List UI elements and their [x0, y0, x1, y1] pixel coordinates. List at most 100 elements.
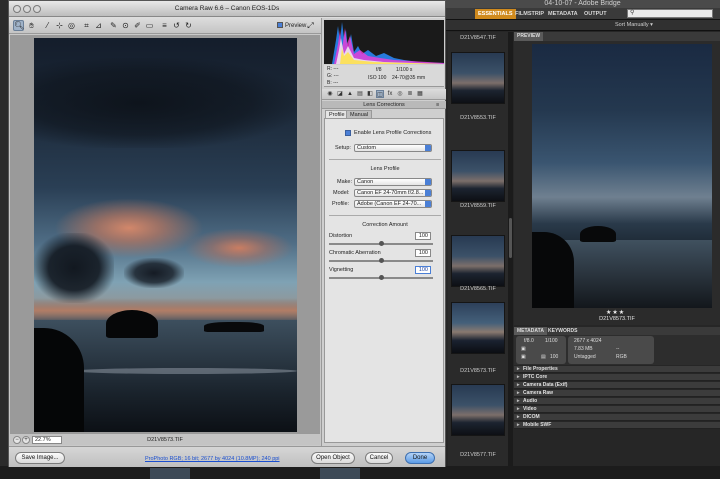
- preview-image-rock: [580, 226, 616, 242]
- bridge-title: 04-10-07 - Adobe Bridge: [445, 0, 720, 8]
- panel-menu-icon[interactable]: ≡: [436, 102, 439, 108]
- preferences-icon[interactable]: ≡: [159, 20, 170, 31]
- model-select[interactable]: Canon EF 24-70mm f/2.8...: [354, 189, 432, 197]
- distortion-label: Distortion: [329, 233, 353, 239]
- enable-profile-checkbox[interactable]: [345, 130, 351, 136]
- zoom-tool-icon[interactable]: 🔍︎: [13, 20, 24, 31]
- white-balance-tool-icon[interactable]: ⁄: [42, 20, 53, 31]
- content-scrollbar-thumb[interactable]: [509, 218, 512, 258]
- fullscreen-icon[interactable]: ⤢: [305, 20, 316, 31]
- readout-r: R: ---: [327, 66, 339, 72]
- metadata-section[interactable]: File Properties: [514, 366, 720, 373]
- basic-panel-icon[interactable]: ◉: [326, 90, 334, 98]
- image-canvas[interactable]: [10, 35, 320, 433]
- crop-tool-icon[interactable]: ⌗: [81, 20, 92, 31]
- camera-calibration-icon[interactable]: ◎: [396, 90, 404, 98]
- workspace-filmstrip[interactable]: FILMSTRIP: [512, 9, 547, 19]
- tab-manual[interactable]: Manual: [346, 110, 373, 118]
- lens-corrections-body: Enable Lens Profile Corrections Setup: C…: [324, 118, 444, 443]
- metadata-panel-header: METADATA KEYWORDS: [514, 327, 720, 336]
- thumbnail[interactable]: [451, 235, 505, 287]
- workspace-output[interactable]: OUTPUT: [581, 9, 610, 19]
- preview-file-name: D21V8573.TIF: [599, 316, 635, 322]
- metadata-section[interactable]: Mobile SWF: [514, 422, 720, 429]
- readout-b: B: ---: [327, 80, 339, 86]
- snapshots-icon[interactable]: ▦: [416, 90, 424, 98]
- vignetting-slider-knob[interactable]: [378, 275, 384, 280]
- metadata-section[interactable]: DICOM: [514, 414, 720, 421]
- distortion-value[interactable]: 100: [415, 232, 431, 240]
- setup-select[interactable]: Custom: [354, 144, 432, 152]
- detail-icon[interactable]: ▲: [346, 90, 354, 98]
- thumbnail[interactable]: [451, 52, 505, 104]
- chromatic-aberration-value[interactable]: 100: [415, 249, 431, 257]
- zoom-out-button[interactable]: −: [13, 436, 21, 444]
- workspace-essentials[interactable]: ESSENTIALS: [475, 9, 516, 19]
- vignetting-label: Vignetting: [329, 267, 354, 273]
- thumbnail[interactable]: [451, 384, 505, 436]
- filmstrip-thumbnail[interactable]: [150, 468, 190, 479]
- lens-corrections-icon[interactable]: ◫: [376, 90, 384, 98]
- thumbnail[interactable]: [451, 150, 505, 202]
- enable-profile-label: Enable Lens Profile Corrections: [354, 130, 432, 136]
- metadata-section[interactable]: IPTC Core: [514, 374, 720, 381]
- vignetting-value[interactable]: 100: [415, 266, 431, 274]
- thumb-label: D21V8547.TIF: [460, 35, 496, 41]
- metadata-section[interactable]: Camera Data (Exif): [514, 382, 720, 389]
- color-sampler-tool-icon[interactable]: ⊹: [54, 20, 65, 31]
- dialog-title: Camera Raw 6.6 – Canon EOS-1Ds: [174, 5, 280, 12]
- histogram-graph: [324, 22, 444, 64]
- bridge-search-input[interactable]: ⚲: [627, 9, 713, 18]
- zoom-in-button[interactable]: +: [22, 436, 30, 444]
- sort-dropdown[interactable]: Sort Manually ▾: [615, 21, 653, 30]
- setup-label: Setup:: [335, 145, 351, 151]
- graduated-filter-icon[interactable]: ▭: [144, 20, 155, 31]
- histogram: [324, 20, 444, 64]
- photo-cloud-glow: [184, 228, 294, 268]
- adjustment-brush-icon[interactable]: ✐: [132, 20, 143, 31]
- done-button[interactable]: Done: [405, 452, 435, 464]
- lens-subtabs: Profile Manual: [322, 110, 446, 118]
- workspace-metadata[interactable]: METADATA: [545, 9, 581, 19]
- tone-curve-icon[interactable]: ◪: [336, 90, 344, 98]
- meta-tag: Untagged: [574, 354, 596, 360]
- red-eye-tool-icon[interactable]: ⊙: [120, 20, 131, 31]
- split-toning-icon[interactable]: ◧: [366, 90, 374, 98]
- metadata-section[interactable]: Camera Raw: [514, 390, 720, 397]
- photo-cloud: [34, 58, 297, 148]
- presets-icon[interactable]: ≣: [406, 90, 414, 98]
- metadata-section[interactable]: Video: [514, 406, 720, 413]
- readout-iso: ISO 100: [368, 75, 387, 81]
- open-object-button[interactable]: Open Object: [311, 452, 355, 464]
- hand-tool-icon[interactable]: ✋︎: [26, 20, 37, 31]
- targeted-adjustment-tool-icon[interactable]: ◎: [66, 20, 77, 31]
- filmstrip-thumbnail[interactable]: [320, 468, 360, 479]
- readout-lens: 24-70@35 mm: [392, 75, 426, 81]
- lens-profile-title: Lens Profile: [370, 166, 400, 172]
- straighten-tool-icon[interactable]: ⊿: [93, 20, 104, 31]
- zoom-level-select[interactable]: 22.7%: [32, 436, 62, 444]
- photo-preview: [34, 38, 297, 432]
- chromatic-aberration-slider-knob[interactable]: [378, 258, 384, 263]
- tab-preview[interactable]: PREVIEW: [514, 32, 544, 41]
- thumbnail-selected[interactable]: [451, 302, 505, 354]
- panel-tab-icons: ◉ ◪ ▲ ▤ ◧ ◫ fx ◎ ≣ ▦: [322, 89, 446, 100]
- distortion-slider-knob[interactable]: [378, 241, 384, 246]
- rotate-cw-icon[interactable]: ↻: [183, 20, 194, 31]
- profile-select[interactable]: Adobe (Canon EF 24-70...: [354, 200, 432, 208]
- rotate-ccw-icon[interactable]: ↺: [171, 20, 182, 31]
- make-select[interactable]: Canon: [354, 178, 432, 186]
- meta-iso: 100: [550, 354, 559, 360]
- spot-removal-tool-icon[interactable]: ✎: [108, 20, 119, 31]
- save-image-button[interactable]: Save Image...: [15, 452, 65, 464]
- workflow-options-link[interactable]: ProPhoto RGB; 16 bit; 2677 by 4024 (10.8…: [145, 456, 280, 462]
- metadata-section[interactable]: Audio: [514, 398, 720, 405]
- divider: [329, 215, 441, 216]
- effects-icon[interactable]: fx: [386, 90, 394, 98]
- preview-checkbox[interactable]: Preview: [277, 21, 306, 31]
- image-status-bar: − + 22.7% D21V8573.TIF: [10, 433, 320, 445]
- rating-stars[interactable]: ★★★: [606, 309, 625, 316]
- chromatic-aberration-label: Chromatic Aberration: [329, 250, 381, 256]
- cancel-button[interactable]: Cancel: [365, 452, 393, 464]
- hsl-icon[interactable]: ▤: [356, 90, 364, 98]
